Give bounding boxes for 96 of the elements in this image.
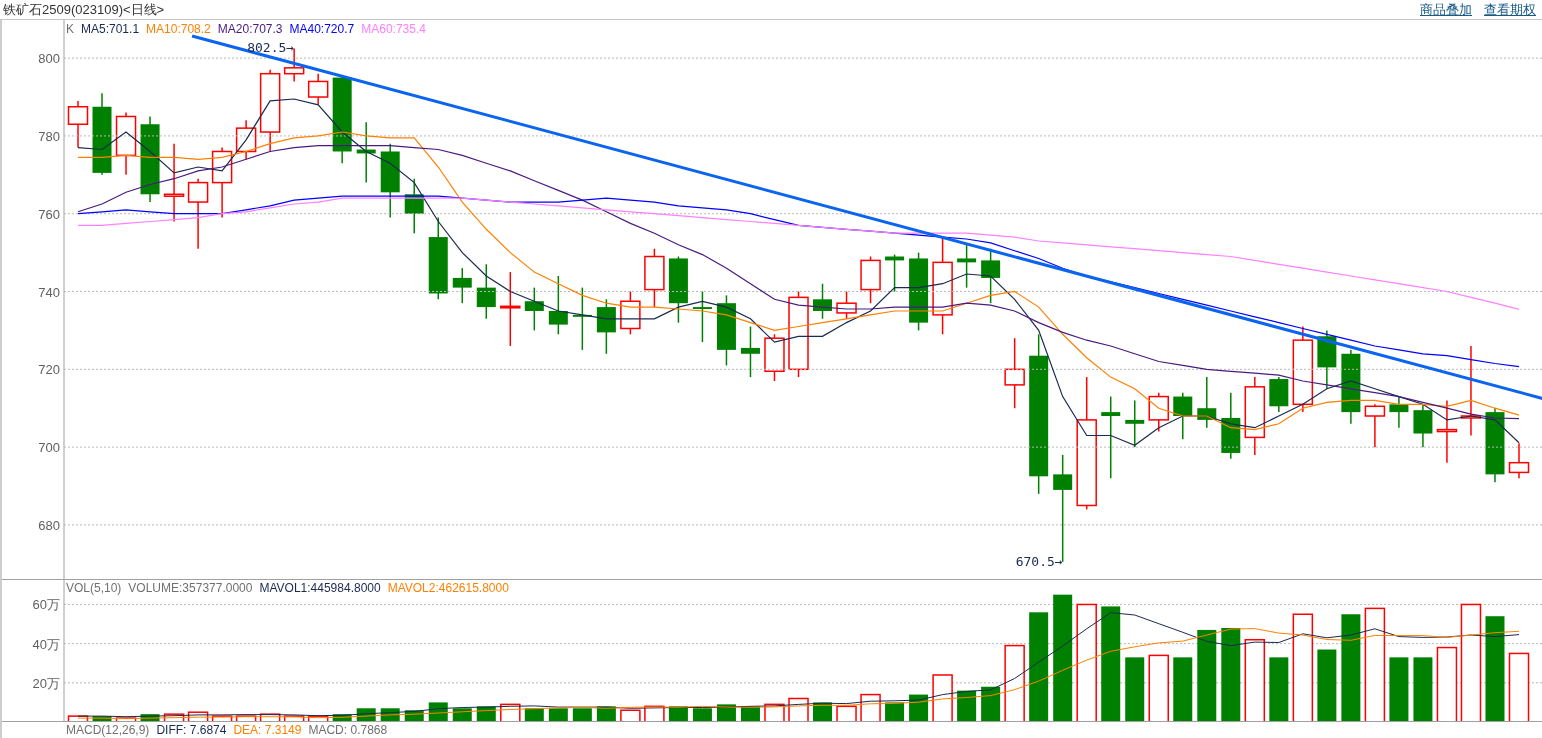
volume-bar <box>836 705 857 722</box>
volume-bar <box>620 709 641 722</box>
candlestick <box>596 298 616 355</box>
volume-bar <box>692 708 712 722</box>
candlestick <box>1269 376 1289 413</box>
legend-label: MACD: 0.7868 <box>308 723 388 737</box>
candlestick <box>668 255 688 324</box>
volume-bar <box>548 708 568 722</box>
candlestick <box>1125 399 1145 448</box>
axis-label: 680 <box>38 517 60 533</box>
candlestick <box>692 290 712 343</box>
axis-label: 800 <box>38 51 60 67</box>
volume-bar <box>67 715 89 722</box>
legend-label: MACD(12,26,9) <box>66 723 150 737</box>
candlestick <box>452 267 472 304</box>
volume-bar <box>668 706 688 722</box>
volume-bar <box>1389 657 1409 722</box>
candlestick <box>1197 376 1217 429</box>
volume-bar <box>981 686 1001 722</box>
legend-label: VOL(5,10) <box>66 581 122 595</box>
axis-label: 780 <box>38 128 60 144</box>
candlestick <box>356 121 376 184</box>
volume-bar <box>92 716 112 722</box>
legend-label: DEA: 7.3149 <box>233 723 302 737</box>
candlestick <box>1004 337 1025 409</box>
candlestick <box>307 72 329 106</box>
candlestick <box>115 111 137 176</box>
volume-bar <box>1269 657 1289 722</box>
volume-bar <box>860 693 881 722</box>
axis-label: 720 <box>38 362 60 378</box>
candlestick <box>404 177 424 234</box>
volume-bar <box>1413 657 1433 722</box>
candlestick <box>885 253 905 293</box>
legend-label: MA40:720.7 <box>289 22 355 36</box>
volume-bar <box>307 715 329 722</box>
candlestick <box>620 290 641 336</box>
candlestick <box>572 286 592 351</box>
window-title: 铁矿石2509(023109)<日线> <box>3 0 165 19</box>
volume-bar <box>259 713 281 722</box>
candlestick <box>235 119 257 160</box>
volume-bar <box>140 714 160 722</box>
candlestick <box>1389 395 1409 429</box>
axis-label: 700 <box>38 440 60 456</box>
volume-bar <box>115 717 137 722</box>
legend-label: MA20:707.3 <box>217 22 283 36</box>
axis-label: 60万 <box>32 597 60 613</box>
legend-label: MA5:701.1 <box>81 22 140 36</box>
candlestick <box>1173 391 1193 441</box>
axis-label: 40万 <box>32 636 60 652</box>
candlestick <box>1148 391 1169 433</box>
legend-label: K <box>66 22 74 36</box>
candlestick <box>67 100 89 149</box>
candlestick <box>957 244 977 289</box>
candlestick <box>1413 403 1433 448</box>
volume-bar <box>1173 657 1193 722</box>
volume-bar <box>332 714 352 722</box>
candlestick <box>1436 399 1458 464</box>
volume-bar <box>813 702 832 722</box>
volume-bar <box>572 708 592 722</box>
toolbar-link[interactable]: 查看期权 <box>1484 0 1536 19</box>
volume-bar <box>1125 657 1145 722</box>
price-label: 670.5→ <box>1015 553 1063 569</box>
volume-bar <box>187 711 209 722</box>
legend-label: MA60:735.4 <box>361 22 426 36</box>
volume-bar <box>957 690 977 722</box>
legend-label: MA10:708.2 <box>146 22 211 36</box>
candlestick <box>860 255 881 304</box>
legend-label: MAVOL1:445984.8000 <box>259 581 381 595</box>
volume-bar <box>163 713 185 722</box>
price-label: 802.5→ <box>247 40 295 56</box>
volume-bar <box>211 715 233 722</box>
candlestick <box>1364 403 1386 448</box>
candlestick <box>836 290 857 320</box>
axis-label: 20万 <box>32 675 60 691</box>
candlestick <box>644 248 665 308</box>
axis-label: 740 <box>38 284 60 300</box>
toolbar-link[interactable]: 商品叠加 <box>1420 0 1472 19</box>
candlestick <box>476 263 496 320</box>
legend-label: MAVOL2:462615.8000 <box>387 581 509 595</box>
candlestick <box>524 286 544 332</box>
candlestick <box>764 333 785 382</box>
candlestick <box>813 283 832 320</box>
volume-bar <box>235 715 257 722</box>
volume-bar <box>1148 654 1169 722</box>
candlestick <box>740 325 760 378</box>
candlestick <box>1221 391 1241 460</box>
volume-bar <box>1508 652 1530 722</box>
volume-bar <box>283 715 305 722</box>
legend-label: VOLUME:357377.0000 <box>128 581 253 595</box>
legend-label: DIFF: 7.6874 <box>156 723 227 737</box>
candlestick <box>548 275 568 336</box>
volume-bar <box>885 702 905 722</box>
axis-label: 760 <box>38 206 60 222</box>
candlestick <box>1508 442 1530 479</box>
volume-bar <box>932 674 953 722</box>
candlestick <box>1317 329 1337 390</box>
